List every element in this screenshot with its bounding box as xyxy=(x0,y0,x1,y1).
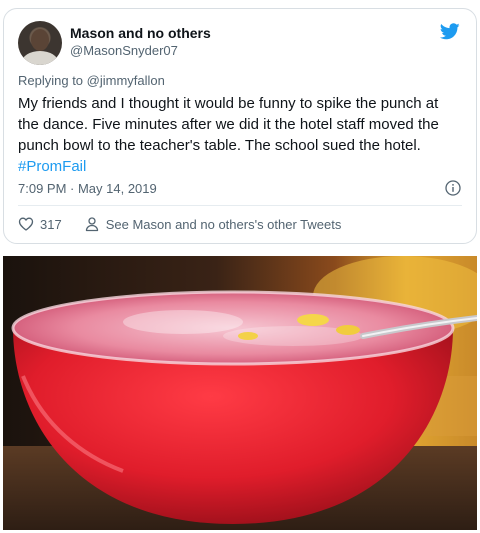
user-handle[interactable]: @MasonSnyder07 xyxy=(70,43,178,58)
display-name[interactable]: Mason and no others xyxy=(70,25,211,41)
avatar[interactable] xyxy=(18,21,62,65)
twitter-bird-icon[interactable] xyxy=(440,23,460,40)
tweet-body: My friends and I thought it would be fun… xyxy=(18,95,439,154)
tweet-card: Mason and no others @MasonSnyder07 Reply… xyxy=(3,8,477,244)
divider xyxy=(18,205,462,206)
replying-to-prefix: Replying to xyxy=(18,73,87,88)
avatar-shirt xyxy=(22,51,58,65)
like-count: 317 xyxy=(40,216,62,232)
other-tweets-link[interactable]: See Mason and no others's other Tweets xyxy=(106,217,342,232)
replying-to: Replying to @jimmyfallon xyxy=(18,73,165,88)
replying-to-user[interactable]: @jimmyfallon xyxy=(87,73,165,88)
person-icon xyxy=(85,217,98,232)
tweet-actions: 317 See Mason and no others's other Twee… xyxy=(18,216,341,232)
punch-bowl-image xyxy=(3,256,477,530)
tweet-text: My friends and I thought it would be fun… xyxy=(18,93,462,177)
info-icon[interactable] xyxy=(445,180,461,196)
hashtag-link[interactable]: #PromFail xyxy=(18,158,86,175)
punch-bowl-photo xyxy=(3,256,477,530)
heart-icon[interactable] xyxy=(18,216,34,232)
avatar-face xyxy=(31,29,49,51)
tweet-timestamp[interactable]: 7:09 PM · May 14, 2019 xyxy=(18,181,157,196)
